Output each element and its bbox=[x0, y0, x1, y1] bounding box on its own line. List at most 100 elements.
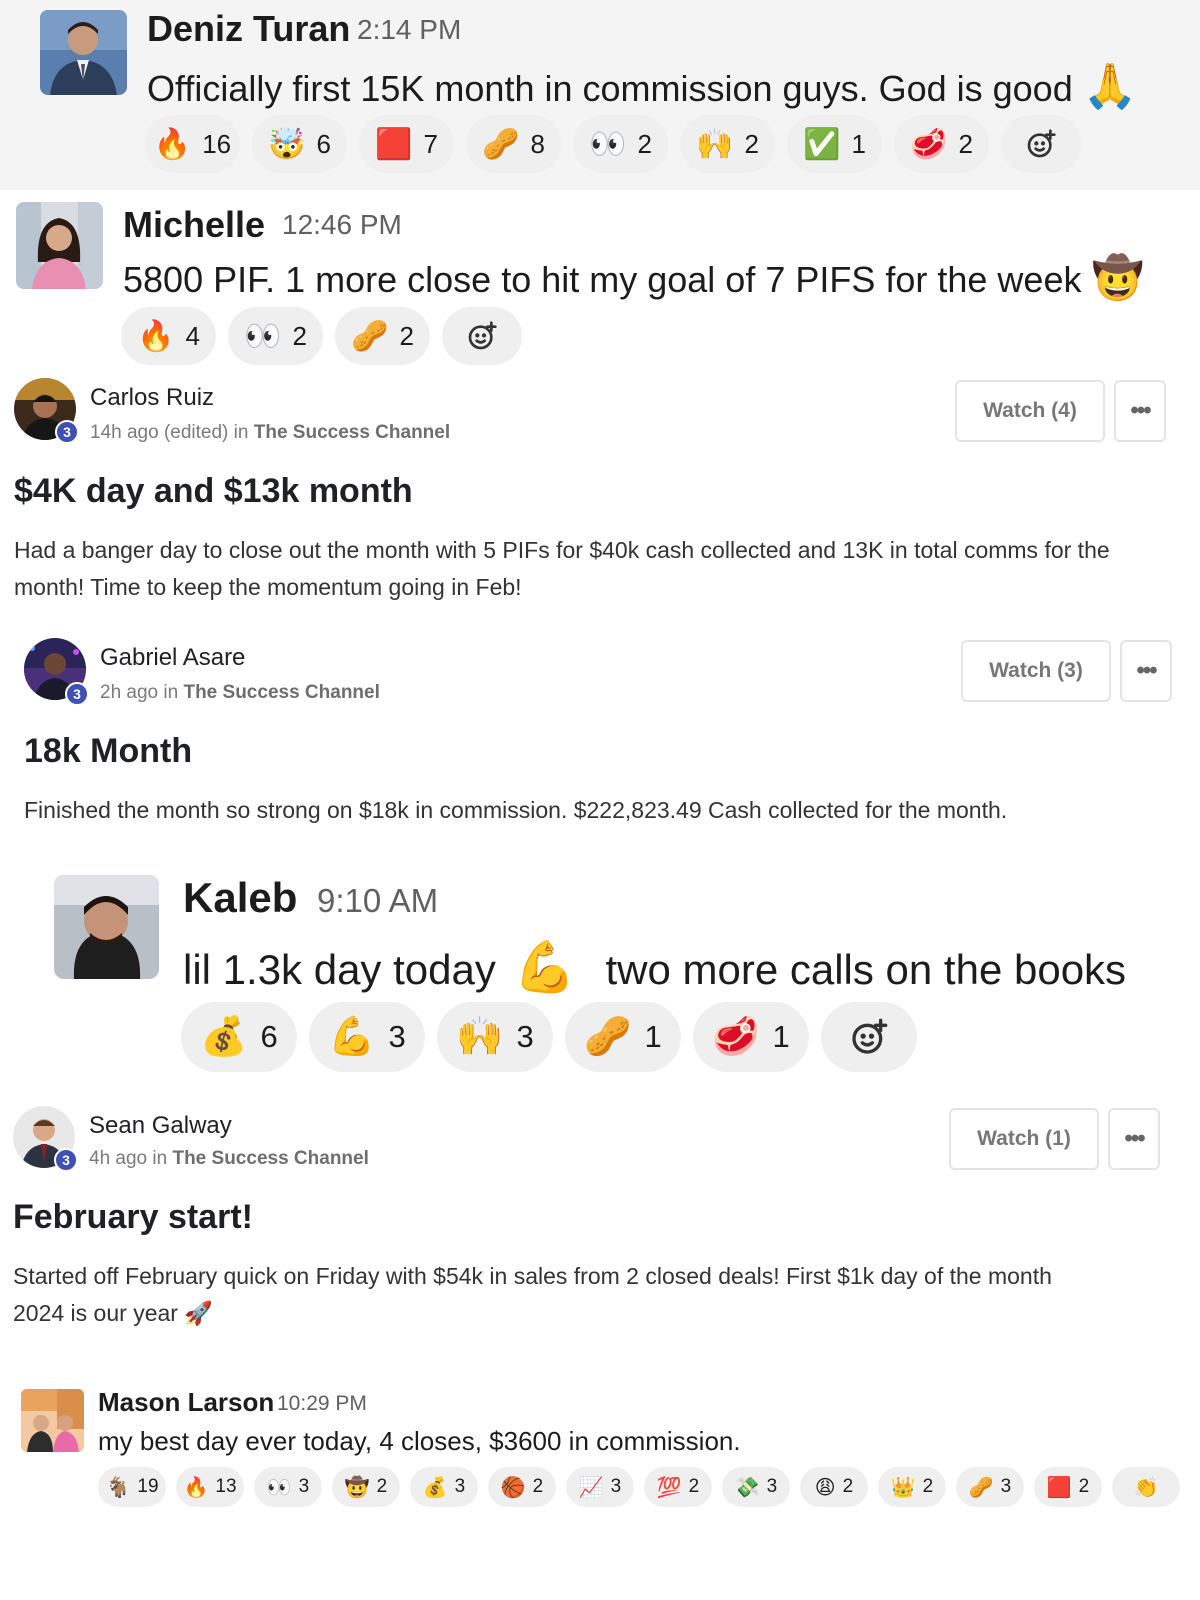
reaction-count: 6 bbox=[316, 128, 331, 159]
post-meta: 14h ago (edited) in The Success Channel bbox=[90, 422, 450, 444]
reaction-emoji-icon: 🔥 bbox=[153, 127, 192, 161]
reaction-count: 2 bbox=[922, 1476, 934, 1497]
add-reaction-icon[interactable] bbox=[1001, 115, 1081, 173]
reaction-pill[interactable]: 🥜 3 bbox=[956, 1467, 1024, 1507]
reaction-pill[interactable]: 🔥 16 bbox=[145, 115, 240, 173]
timestamp[interactable]: 10:29 PM bbox=[277, 1392, 367, 1416]
message-text: Officially first 15K month in commission… bbox=[147, 60, 1138, 112]
reaction-pill[interactable]: 🟥 7 bbox=[359, 115, 454, 173]
post-meta: 4h ago in The Success Channel bbox=[89, 1148, 369, 1170]
author-name[interactable]: Gabriel Asare bbox=[100, 644, 245, 672]
reaction-emoji-icon: 👏 bbox=[1133, 1476, 1159, 1499]
reaction-emoji-icon: 🥜 bbox=[584, 1016, 632, 1058]
reaction-pill[interactable]: 🤯 6 bbox=[252, 115, 347, 173]
reaction-emoji-icon: 🤠 bbox=[344, 1476, 370, 1499]
reaction-emoji-icon: 🥜 bbox=[968, 1476, 994, 1499]
reaction-pill[interactable]: 🏀 2 bbox=[488, 1467, 556, 1507]
reaction-pill[interactable]: ✅ 1 bbox=[787, 115, 882, 173]
avatar[interactable] bbox=[40, 10, 127, 95]
reaction-count: 16 bbox=[202, 128, 232, 159]
reaction-pill[interactable]: 💸 3 bbox=[722, 1467, 790, 1507]
reaction-pill[interactable]: 🥩 1 bbox=[693, 1002, 809, 1072]
reaction-emoji-icon: 👀 bbox=[244, 319, 282, 353]
timestamp[interactable]: 9:10 AM bbox=[317, 882, 438, 920]
reaction-pill[interactable]: 🥩 2 bbox=[894, 115, 989, 173]
add-reaction-icon[interactable] bbox=[442, 307, 522, 365]
reaction-count: 3 bbox=[516, 1019, 534, 1054]
reaction-count: 1 bbox=[644, 1019, 662, 1054]
sender-name[interactable]: Kaleb bbox=[183, 874, 297, 922]
reaction-pill[interactable]: 🙌 3 bbox=[437, 1002, 553, 1072]
message-text: 5800 PIF. 1 more close to hit my goal of… bbox=[123, 254, 1144, 303]
reaction-emoji-icon: 🟥 bbox=[375, 127, 413, 161]
post-title[interactable]: 18k Month bbox=[24, 732, 192, 771]
message-body-end: two more calls on the books bbox=[605, 946, 1127, 993]
reaction-pill[interactable]: 🟥 2 bbox=[1034, 1467, 1102, 1507]
watch-button[interactable]: Watch (3) bbox=[961, 640, 1111, 702]
author-name[interactable]: Sean Galway bbox=[89, 1112, 232, 1140]
reaction-pill[interactable]: 💰 6 bbox=[181, 1002, 297, 1072]
channel-link[interactable]: The Success Channel bbox=[172, 1148, 368, 1169]
reaction-pill[interactable]: 👑 2 bbox=[878, 1467, 946, 1507]
reaction-count: 7 bbox=[423, 128, 438, 159]
reaction-count: 3 bbox=[610, 1476, 622, 1497]
reaction-pill[interactable]: 🔥 4 bbox=[121, 307, 216, 365]
watch-button[interactable]: Watch (1) bbox=[949, 1108, 1099, 1170]
reaction-pill[interactable]: 🥜 1 bbox=[565, 1002, 681, 1072]
message-body-start: lil 1.3k day today bbox=[183, 946, 496, 993]
reaction-count: 2 bbox=[958, 128, 973, 159]
reaction-pill[interactable]: 💯 2 bbox=[644, 1467, 712, 1507]
reaction-count: 3 bbox=[766, 1476, 778, 1497]
reaction-emoji-icon: 👀 bbox=[266, 1476, 292, 1499]
more-options-button[interactable]: ••• bbox=[1114, 380, 1166, 442]
sender-name[interactable]: Michelle bbox=[123, 204, 265, 246]
reaction-pill[interactable]: 📈 3 bbox=[566, 1467, 634, 1507]
channel-link[interactable]: The Success Channel bbox=[254, 422, 450, 443]
reaction-pill[interactable]: 😩 2 bbox=[800, 1467, 868, 1507]
channel-link[interactable]: The Success Channel bbox=[183, 682, 379, 703]
reaction-pill[interactable]: 👀 2 bbox=[228, 307, 323, 365]
message-text: my best day ever today, 4 closes, $3600 … bbox=[98, 1426, 741, 1456]
more-options-button[interactable]: ••• bbox=[1108, 1108, 1160, 1170]
post-sean: 3 Sean Galway 4h ago in The Success Chan… bbox=[0, 1100, 1200, 1340]
avatar[interactable] bbox=[16, 202, 103, 289]
more-options-button[interactable]: ••• bbox=[1120, 640, 1172, 702]
reaction-emoji-icon: 🥜 bbox=[482, 127, 520, 161]
message-body: 5800 PIF. 1 more close to hit my goal of… bbox=[123, 259, 1082, 300]
reaction-emoji-icon: 🔥 bbox=[137, 319, 175, 353]
reaction-pill[interactable]: 🔥 13 bbox=[176, 1467, 244, 1507]
reaction-pill[interactable]: 🐐 19 bbox=[98, 1467, 166, 1507]
sender-name[interactable]: Mason Larson bbox=[98, 1387, 274, 1418]
post-time: 2h ago in bbox=[100, 682, 179, 703]
pray-emoji: 🙏 bbox=[1082, 62, 1138, 111]
reaction-count: 19 bbox=[137, 1476, 159, 1497]
cowboy-emoji: 🤠 bbox=[1091, 254, 1144, 301]
reaction-count: 2 bbox=[842, 1476, 854, 1497]
reaction-emoji-icon: 🙌 bbox=[696, 127, 734, 161]
avatar[interactable] bbox=[21, 1389, 84, 1452]
watch-button[interactable]: Watch (4) bbox=[955, 380, 1105, 442]
post-title[interactable]: $4K day and $13k month bbox=[14, 472, 413, 511]
reaction-pill[interactable]: 👏 bbox=[1112, 1467, 1180, 1507]
reaction-pill[interactable]: 🥜 8 bbox=[466, 115, 561, 173]
add-reaction-icon[interactable] bbox=[821, 1002, 917, 1072]
author-name[interactable]: Carlos Ruiz bbox=[90, 384, 214, 412]
reaction-pill[interactable]: 👀 3 bbox=[254, 1467, 322, 1507]
timestamp[interactable]: 2:14 PM bbox=[357, 14, 461, 46]
post-gabriel: 3 Gabriel Asare 2h ago in The Success Ch… bbox=[0, 632, 1200, 847]
reaction-emoji-icon: 🟥 bbox=[1046, 1476, 1072, 1499]
level-badge: 3 bbox=[55, 420, 79, 444]
sender-name[interactable]: Deniz Turan bbox=[147, 8, 350, 50]
reaction-pill[interactable]: 🤠 2 bbox=[332, 1467, 400, 1507]
reaction-count: 3 bbox=[454, 1476, 466, 1497]
post-title[interactable]: February start! bbox=[13, 1198, 253, 1237]
reaction-pill[interactable]: 👀 2 bbox=[573, 115, 668, 173]
avatar[interactable] bbox=[54, 875, 159, 979]
reactions-row: 🔥 4 👀 2 🥜 2 bbox=[121, 307, 522, 365]
reaction-pill[interactable]: 🥜 2 bbox=[335, 307, 430, 365]
reaction-count: 4 bbox=[185, 320, 200, 351]
reaction-pill[interactable]: 💪 3 bbox=[309, 1002, 425, 1072]
timestamp[interactable]: 12:46 PM bbox=[282, 209, 402, 241]
reaction-pill[interactable]: 💰 3 bbox=[410, 1467, 478, 1507]
reaction-pill[interactable]: 🙌 2 bbox=[680, 115, 775, 173]
